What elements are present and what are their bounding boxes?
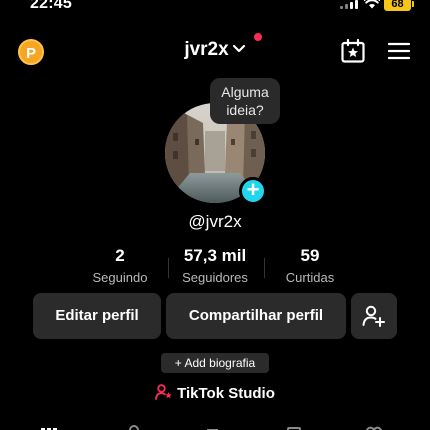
battery-indicator: 68 bbox=[384, 0, 414, 11]
tooltip-bubble[interactable]: Alguma ideia? bbox=[210, 78, 280, 124]
stat-value: 2 bbox=[115, 246, 125, 265]
top-bar: P jvr2x bbox=[0, 30, 430, 70]
repost-icon[interactable] bbox=[205, 425, 223, 430]
add-user-icon bbox=[362, 305, 385, 327]
signal-icon bbox=[340, 0, 358, 9]
stats-row: 2 Seguindo 57,3 mil Seguidores 59 Curtid… bbox=[0, 246, 430, 290]
calendar-star-icon[interactable] bbox=[340, 38, 366, 64]
tooltip-line-1: Alguma bbox=[221, 84, 269, 100]
stat-label: Seguindo bbox=[92, 270, 148, 285]
studio-user-icon bbox=[155, 384, 172, 400]
notification-dot bbox=[254, 33, 262, 41]
stat-followers[interactable]: 57,3 mil Seguidores bbox=[160, 246, 270, 285]
stat-label: Seguidores bbox=[182, 270, 248, 285]
add-bio-button[interactable]: + Add biografia bbox=[161, 353, 269, 373]
profile-tab-bar bbox=[0, 422, 430, 430]
stat-likes[interactable]: 59 Curtidas bbox=[255, 246, 365, 285]
stat-following[interactable]: 2 Seguindo bbox=[65, 246, 175, 285]
heart-icon[interactable] bbox=[365, 425, 383, 430]
edit-profile-button[interactable]: Editar perfil bbox=[33, 293, 161, 339]
stat-value: 57,3 mil bbox=[183, 246, 247, 265]
stat-label: Curtidas bbox=[285, 270, 335, 285]
wifi-icon bbox=[364, 0, 380, 9]
status-time: 22:45 bbox=[30, 0, 72, 12]
share-profile-button[interactable]: Compartilhar perfil bbox=[166, 293, 346, 339]
username-title: jvr2x bbox=[184, 39, 229, 60]
bookmark-icon[interactable] bbox=[285, 425, 303, 430]
lock-icon[interactable] bbox=[125, 425, 143, 430]
chevron-down-icon bbox=[232, 44, 245, 53]
add-friend-button[interactable] bbox=[351, 293, 397, 339]
profile-handle: @jvr2x bbox=[188, 212, 242, 231]
tooltip-line-2: ideia? bbox=[226, 102, 264, 118]
stat-value: 59 bbox=[300, 246, 320, 265]
menu-icon[interactable] bbox=[388, 41, 410, 61]
status-bar: 22:45 68 bbox=[0, 0, 430, 14]
tiktok-studio-link[interactable]: TikTok Studio bbox=[0, 384, 430, 402]
grid-icon[interactable] bbox=[40, 425, 58, 430]
studio-label: TikTok Studio bbox=[177, 385, 275, 402]
add-photo-button[interactable]: + bbox=[239, 177, 267, 205]
